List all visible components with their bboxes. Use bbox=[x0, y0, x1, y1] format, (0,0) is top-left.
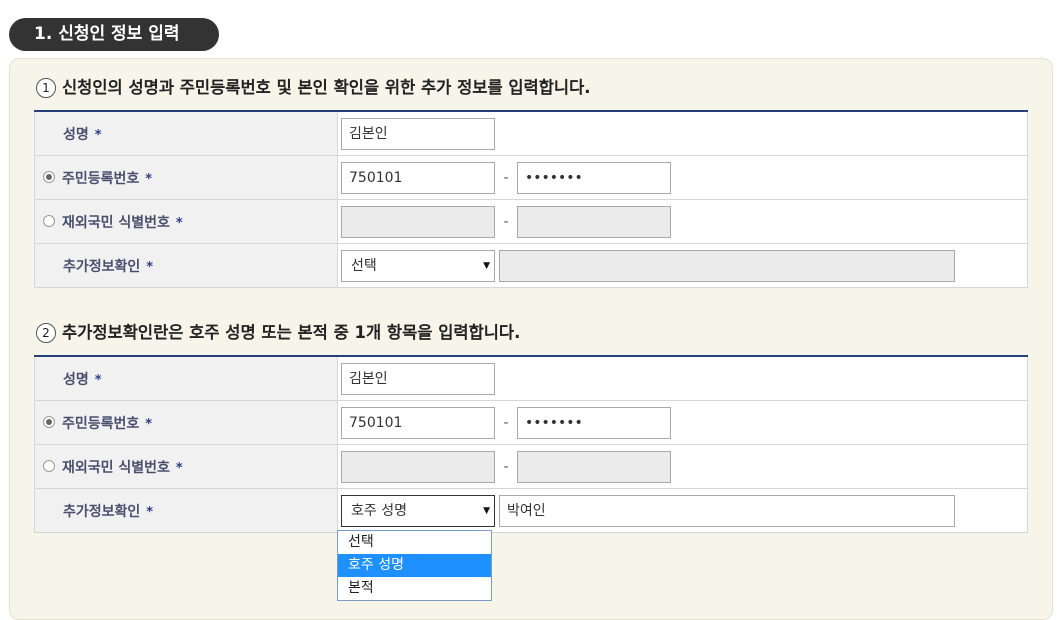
rrn-back-input[interactable]: ••••••• bbox=[517, 406, 671, 439]
extra-input bbox=[499, 249, 955, 282]
required-star: * bbox=[145, 171, 153, 187]
extra-label: 추가정보확인 bbox=[63, 503, 141, 520]
step2-title: 추가정보확인란은 호주 성명 또는 본적 중 1개 항목을 입력합니다. bbox=[62, 323, 521, 342]
required-star: * bbox=[175, 460, 183, 476]
chevron-down-icon: ▼ bbox=[483, 505, 490, 516]
foreign-label-cell: 재외국민 식별번호 * bbox=[34, 199, 338, 244]
section-title: 1. 신청인 정보 입력 bbox=[9, 18, 219, 51]
rrn-label-cell: 주민등록번호 * bbox=[34, 155, 338, 200]
rrn-radio[interactable] bbox=[43, 170, 55, 183]
foreign-dash: - bbox=[503, 213, 509, 230]
name-label-cell: 성명 * bbox=[34, 356, 338, 401]
extra-input[interactable]: 박여인 bbox=[499, 494, 955, 527]
extra-label: 추가정보확인 bbox=[63, 258, 141, 275]
step2-table: 성명 * 김본인 주민등록번호 * 750101- ••••••• 재외국민 식별번호… bbox=[34, 355, 1028, 533]
rrn-front-input[interactable]: 750101 bbox=[341, 161, 495, 194]
foreign-dash: - bbox=[503, 458, 509, 475]
required-star: * bbox=[175, 215, 183, 231]
extra-select[interactable]: 호주 성명 ▼ bbox=[341, 494, 495, 527]
foreign-front-input bbox=[341, 450, 495, 483]
required-star: * bbox=[94, 372, 102, 388]
rrn-label: 주민등록번호 bbox=[62, 170, 140, 187]
name-label: 성명 bbox=[63, 371, 89, 388]
foreign-radio[interactable] bbox=[43, 459, 55, 472]
rrn-label: 주민등록번호 bbox=[62, 415, 140, 432]
required-star: * bbox=[94, 127, 102, 143]
dropdown-option[interactable]: 본적 bbox=[338, 577, 491, 600]
foreign-back-input bbox=[517, 205, 671, 238]
rrn-radio[interactable] bbox=[43, 415, 55, 428]
step1-heading: 1 신청인의 성명과 주민등록번호 및 본인 확인을 위한 추가 정보를 입력합니… bbox=[36, 76, 591, 100]
foreign-label: 재외국민 식별번호 bbox=[62, 459, 170, 476]
name-input[interactable]: 김본인 bbox=[341, 117, 495, 150]
step1-number: 1 bbox=[36, 78, 56, 98]
extra-select-value: 호주 성명 bbox=[351, 502, 407, 519]
required-star: * bbox=[146, 259, 154, 275]
foreign-radio[interactable] bbox=[43, 214, 55, 227]
step2-number: 2 bbox=[36, 323, 56, 343]
step2-heading: 2 추가정보확인란은 호주 성명 또는 본적 중 1개 항목을 입력합니다. bbox=[36, 321, 520, 345]
extra-select-dropdown: 선택 호주 성명 본적 bbox=[337, 530, 492, 601]
name-label: 성명 bbox=[63, 126, 89, 143]
foreign-label-cell: 재외국민 식별번호 * bbox=[34, 444, 338, 489]
extra-select-value: 선택 bbox=[351, 257, 377, 274]
foreign-back-input bbox=[517, 450, 671, 483]
dropdown-option[interactable]: 호주 성명 bbox=[338, 554, 491, 577]
required-star: * bbox=[145, 416, 153, 432]
rrn-back-input[interactable]: ••••••• bbox=[517, 161, 671, 194]
chevron-down-icon: ▼ bbox=[483, 260, 490, 271]
name-label-cell: 성명 * bbox=[34, 111, 338, 156]
extra-select[interactable]: 선택 ▼ bbox=[341, 249, 495, 282]
required-star: * bbox=[146, 504, 154, 520]
rrn-dash: - bbox=[503, 414, 509, 431]
step1-table: 성명 * 김본인 주민등록번호 * 750101- ••••••• 재외국민 식별번호… bbox=[34, 110, 1028, 288]
rrn-label-cell: 주민등록번호 * bbox=[34, 400, 338, 445]
extra-label-cell: 추가정보확인 * bbox=[34, 488, 338, 533]
rrn-dash: - bbox=[503, 169, 509, 186]
foreign-front-input bbox=[341, 205, 495, 238]
rrn-front-input[interactable]: 750101 bbox=[341, 406, 495, 439]
foreign-label: 재외국민 식별번호 bbox=[62, 214, 170, 231]
dropdown-option[interactable]: 선택 bbox=[338, 531, 491, 554]
name-input[interactable]: 김본인 bbox=[341, 362, 495, 395]
step1-title: 신청인의 성명과 주민등록번호 및 본인 확인을 위한 추가 정보를 입력합니다… bbox=[62, 78, 591, 97]
extra-label-cell: 추가정보확인 * bbox=[34, 243, 338, 288]
